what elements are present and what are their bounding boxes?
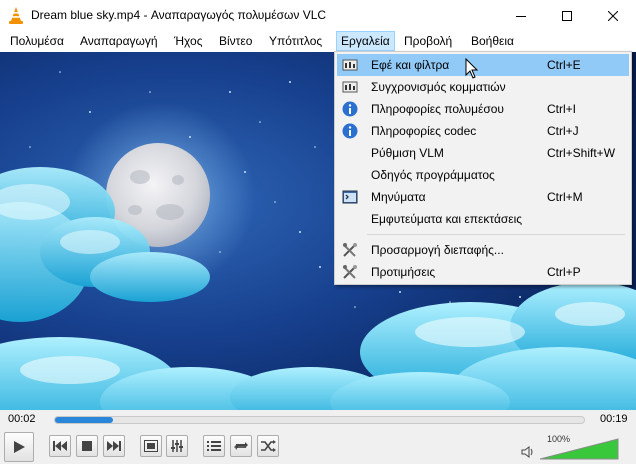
menu-item-plugins-extensions[interactable]: Εμφυτεύματα και επεκτάσεις xyxy=(337,208,629,230)
menu-item-shortcut: Ctrl+M xyxy=(547,190,583,204)
menu-item-program-guide[interactable]: Οδηγός προγράμματος xyxy=(337,164,629,186)
loop-icon xyxy=(234,442,248,450)
remaining-time: 00:19 xyxy=(600,413,628,425)
menu-item-messages[interactable]: Μηνύματα Ctrl+M xyxy=(337,186,629,208)
info-icon xyxy=(342,123,358,139)
menu-help[interactable]: Βοήθεια xyxy=(466,31,519,51)
minimize-button[interactable] xyxy=(498,0,544,31)
title-bar[interactable]: Dream blue sky.mp4 - Αναπαραγωγός πολυμέ… xyxy=(0,0,636,31)
menu-bar: Πολυμέσα Αναπαραγωγή Ήχος Βίντεο Υπότιτλ… xyxy=(0,31,636,51)
maximize-button[interactable] xyxy=(544,0,590,31)
menu-item-codec-info[interactable]: Πληροφορίες codec Ctrl+J xyxy=(337,120,629,142)
menu-media[interactable]: Πολυμέσα xyxy=(5,31,69,51)
tools-icon xyxy=(343,243,357,257)
menu-item-label: Προτιμήσεις xyxy=(371,265,436,279)
sliders-icon xyxy=(171,440,183,452)
menu-item-label: Πληροφορίες codec xyxy=(371,124,477,138)
menu-item-label: Ρύθμιση VLM xyxy=(371,146,444,160)
menu-item-shortcut: Ctrl+Shift+W xyxy=(547,146,616,160)
play-button[interactable] xyxy=(4,432,34,462)
menu-audio[interactable]: Ήχος xyxy=(169,31,208,51)
menu-item-label: Οδηγός προγράμματος xyxy=(371,168,495,182)
stop-button[interactable] xyxy=(76,435,98,457)
menu-item-shortcut: Ctrl+I xyxy=(547,102,577,116)
shuffle-button[interactable] xyxy=(257,435,279,457)
playlist-button[interactable] xyxy=(203,435,225,457)
elapsed-time: 00:02 xyxy=(8,413,36,425)
fullscreen-button[interactable] xyxy=(140,435,162,457)
play-icon xyxy=(14,441,25,453)
menu-item-label: Εμφυτεύματα και επεκτάσεις xyxy=(371,212,523,226)
menu-subtitle[interactable]: Υπότιτλος xyxy=(264,31,327,51)
menu-item-media-info[interactable]: Πληροφορίες πολυμέσου Ctrl+I xyxy=(337,98,629,120)
menu-item-label: Συγχρονισμός κομματιών xyxy=(371,80,506,94)
menu-item-preferences[interactable]: Προτιμήσεις Ctrl+P xyxy=(337,261,629,283)
seek-slider[interactable] xyxy=(54,416,585,424)
menu-item-track-sync[interactable]: Συγχρονισμός κομματιών xyxy=(337,76,629,98)
menu-item-label: Προσαρμογή διεπαφής... xyxy=(371,243,504,257)
minimize-icon xyxy=(516,15,526,17)
seek-progress-fill xyxy=(55,417,113,423)
tools-dropdown-menu: Εφέ και φίλτρα Ctrl+E Συγχρονισμός κομμα… xyxy=(334,51,632,285)
menu-item-vlm-config[interactable]: Ρύθμιση VLM Ctrl+Shift+W xyxy=(337,142,629,164)
menu-item-shortcut: Ctrl+J xyxy=(547,124,579,138)
shuffle-icon xyxy=(261,440,276,452)
menu-video[interactable]: Βίντεο xyxy=(214,31,257,51)
menu-separator xyxy=(367,234,625,235)
previous-button[interactable] xyxy=(49,435,71,457)
skip-forward-icon xyxy=(107,441,121,451)
menu-tools[interactable]: Εργαλεία xyxy=(336,31,395,51)
menu-item-effects-filters[interactable]: Εφέ και φίλτρα Ctrl+E xyxy=(337,54,629,76)
menu-item-label: Εφέ και φίλτρα xyxy=(371,58,450,72)
speaker-icon[interactable] xyxy=(521,445,535,459)
equalizer-icon xyxy=(342,81,358,93)
maximize-icon xyxy=(562,10,572,21)
equalizer-icon xyxy=(342,59,358,71)
window-title: Dream blue sky.mp4 - Αναπαραγωγός πολυμέ… xyxy=(31,8,327,22)
terminal-icon xyxy=(342,190,358,204)
menu-item-customize-interface[interactable]: Προσαρμογή διεπαφής... xyxy=(337,239,629,261)
close-button[interactable] xyxy=(590,0,636,31)
menu-item-shortcut: Ctrl+E xyxy=(547,58,581,72)
volume-slider[interactable] xyxy=(540,438,620,460)
stop-icon xyxy=(82,441,92,451)
menu-playback[interactable]: Αναπαραγωγή xyxy=(75,31,163,51)
seek-row: 00:02 00:19 xyxy=(0,410,636,430)
menu-item-label: Μηνύματα xyxy=(371,190,426,204)
tools-icon xyxy=(343,265,357,279)
fullscreen-icon xyxy=(144,440,158,452)
close-icon xyxy=(608,10,618,21)
info-icon xyxy=(342,101,358,117)
skip-back-icon xyxy=(53,441,67,451)
vlc-cone-icon xyxy=(9,7,23,24)
menu-view[interactable]: Προβολή xyxy=(399,31,457,51)
next-button[interactable] xyxy=(103,435,125,457)
menu-item-label: Πληροφορίες πολυμέσου xyxy=(371,102,504,116)
menu-item-shortcut: Ctrl+P xyxy=(547,265,581,279)
loop-button[interactable] xyxy=(230,435,252,457)
mouse-cursor-icon xyxy=(465,58,479,79)
playback-controls: 100% xyxy=(0,430,636,464)
playlist-icon xyxy=(207,441,221,451)
extended-settings-button[interactable] xyxy=(166,435,188,457)
